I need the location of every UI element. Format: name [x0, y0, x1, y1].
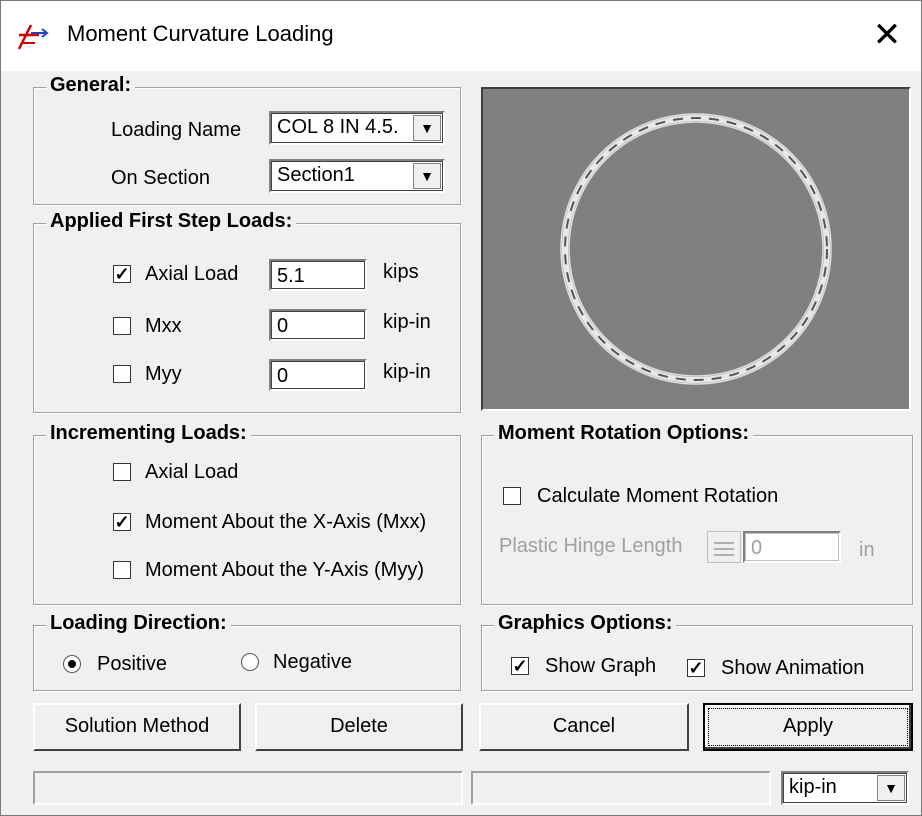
- show-animation-label: Show Animation: [721, 657, 865, 679]
- first-step-myy-label: Myy: [145, 363, 182, 385]
- status-panel-left: [33, 771, 463, 805]
- graphics-options-group-label: Graphics Options:: [494, 612, 677, 635]
- moment-rotation-group-label: Moment Rotation Options:: [494, 422, 754, 445]
- cancel-button[interactable]: Cancel: [479, 703, 689, 751]
- show-graph-checkbox[interactable]: ✓: [511, 657, 529, 675]
- inc-mxx-checkbox[interactable]: ✓: [113, 513, 131, 531]
- loading-direction-group-label: Loading Direction:: [46, 612, 231, 635]
- first-step-axial-label: Axial Load: [145, 263, 239, 285]
- axial-load-unit: kips: [383, 261, 419, 283]
- units-select[interactable]: kip-in ▼: [781, 771, 909, 805]
- calc-moment-rotation-label: Calculate Moment Rotation: [537, 485, 779, 507]
- mxx-unit: kip-in: [383, 311, 431, 333]
- section-preview: [481, 87, 911, 411]
- loading-name-select[interactable]: COL 8 IN 4.5. ▼: [269, 111, 445, 145]
- delete-button[interactable]: Delete: [255, 703, 463, 751]
- section-ring: [560, 113, 832, 385]
- first-step-myy-checkbox[interactable]: [113, 365, 131, 383]
- status-panel-middle: [471, 771, 771, 805]
- general-group-label: General:: [46, 74, 136, 97]
- first-step-axial-checkbox[interactable]: ✓: [113, 265, 131, 283]
- incrementing-group-label: Incrementing Loads:: [46, 422, 251, 445]
- first-step-mxx-label: Mxx: [145, 315, 182, 337]
- positive-label: Positive: [97, 653, 168, 675]
- inc-myy-checkbox[interactable]: [113, 561, 131, 579]
- negative-radio[interactable]: [241, 653, 259, 671]
- solution-method-button[interactable]: Solution Method: [33, 703, 241, 751]
- loading-name-value: COL 8 IN 4.5.: [277, 116, 399, 138]
- inc-myy-label: Moment About the Y-Axis (Myy): [145, 559, 425, 581]
- first-step-group-label: Applied First Step Loads:: [46, 210, 297, 233]
- myy-unit: kip-in: [383, 361, 431, 383]
- show-animation-checkbox[interactable]: ✓: [687, 659, 705, 677]
- plastic-hinge-unit: in: [859, 539, 875, 561]
- first-step-mxx-checkbox[interactable]: [113, 317, 131, 335]
- mxx-input[interactable]: 0: [269, 309, 367, 341]
- on-section-select[interactable]: Section1 ▼: [269, 159, 445, 193]
- window-title: Moment Curvature Loading: [67, 21, 334, 46]
- inc-axial-checkbox[interactable]: [113, 463, 131, 481]
- chevron-down-icon[interactable]: ▼: [877, 775, 905, 801]
- negative-label: Negative: [273, 651, 352, 673]
- positive-radio[interactable]: [63, 655, 81, 673]
- plastic-hinge-label: Plastic Hinge Length: [499, 535, 683, 557]
- dialog-window: Moment Curvature Loading ✕ General: Load…: [0, 0, 922, 816]
- on-section-value: Section1: [277, 164, 355, 186]
- inc-mxx-label: Moment About the X-Axis (Mxx): [145, 511, 427, 533]
- units-value: kip-in: [789, 776, 837, 798]
- calc-moment-rotation-checkbox[interactable]: [503, 487, 521, 505]
- hinge-calc-button[interactable]: [707, 531, 741, 563]
- chevron-down-icon[interactable]: ▼: [413, 115, 441, 141]
- myy-input[interactable]: 0: [269, 359, 367, 391]
- chevron-down-icon[interactable]: ▼: [413, 163, 441, 189]
- plastic-hinge-input[interactable]: 0: [743, 531, 841, 563]
- app-icon: [17, 24, 49, 50]
- close-icon[interactable]: ✕: [867, 15, 907, 55]
- axial-load-input[interactable]: 5.1: [269, 259, 367, 291]
- moment-rotation-group: Moment Rotation Options:: [481, 422, 913, 605]
- inc-axial-label: Axial Load: [145, 461, 239, 483]
- on-section-label: On Section: [111, 167, 210, 189]
- show-graph-label: Show Graph: [545, 655, 657, 677]
- loading-name-label: Loading Name: [111, 119, 242, 141]
- apply-button[interactable]: Apply: [703, 703, 913, 751]
- title-bar: Moment Curvature Loading ✕: [1, 1, 921, 71]
